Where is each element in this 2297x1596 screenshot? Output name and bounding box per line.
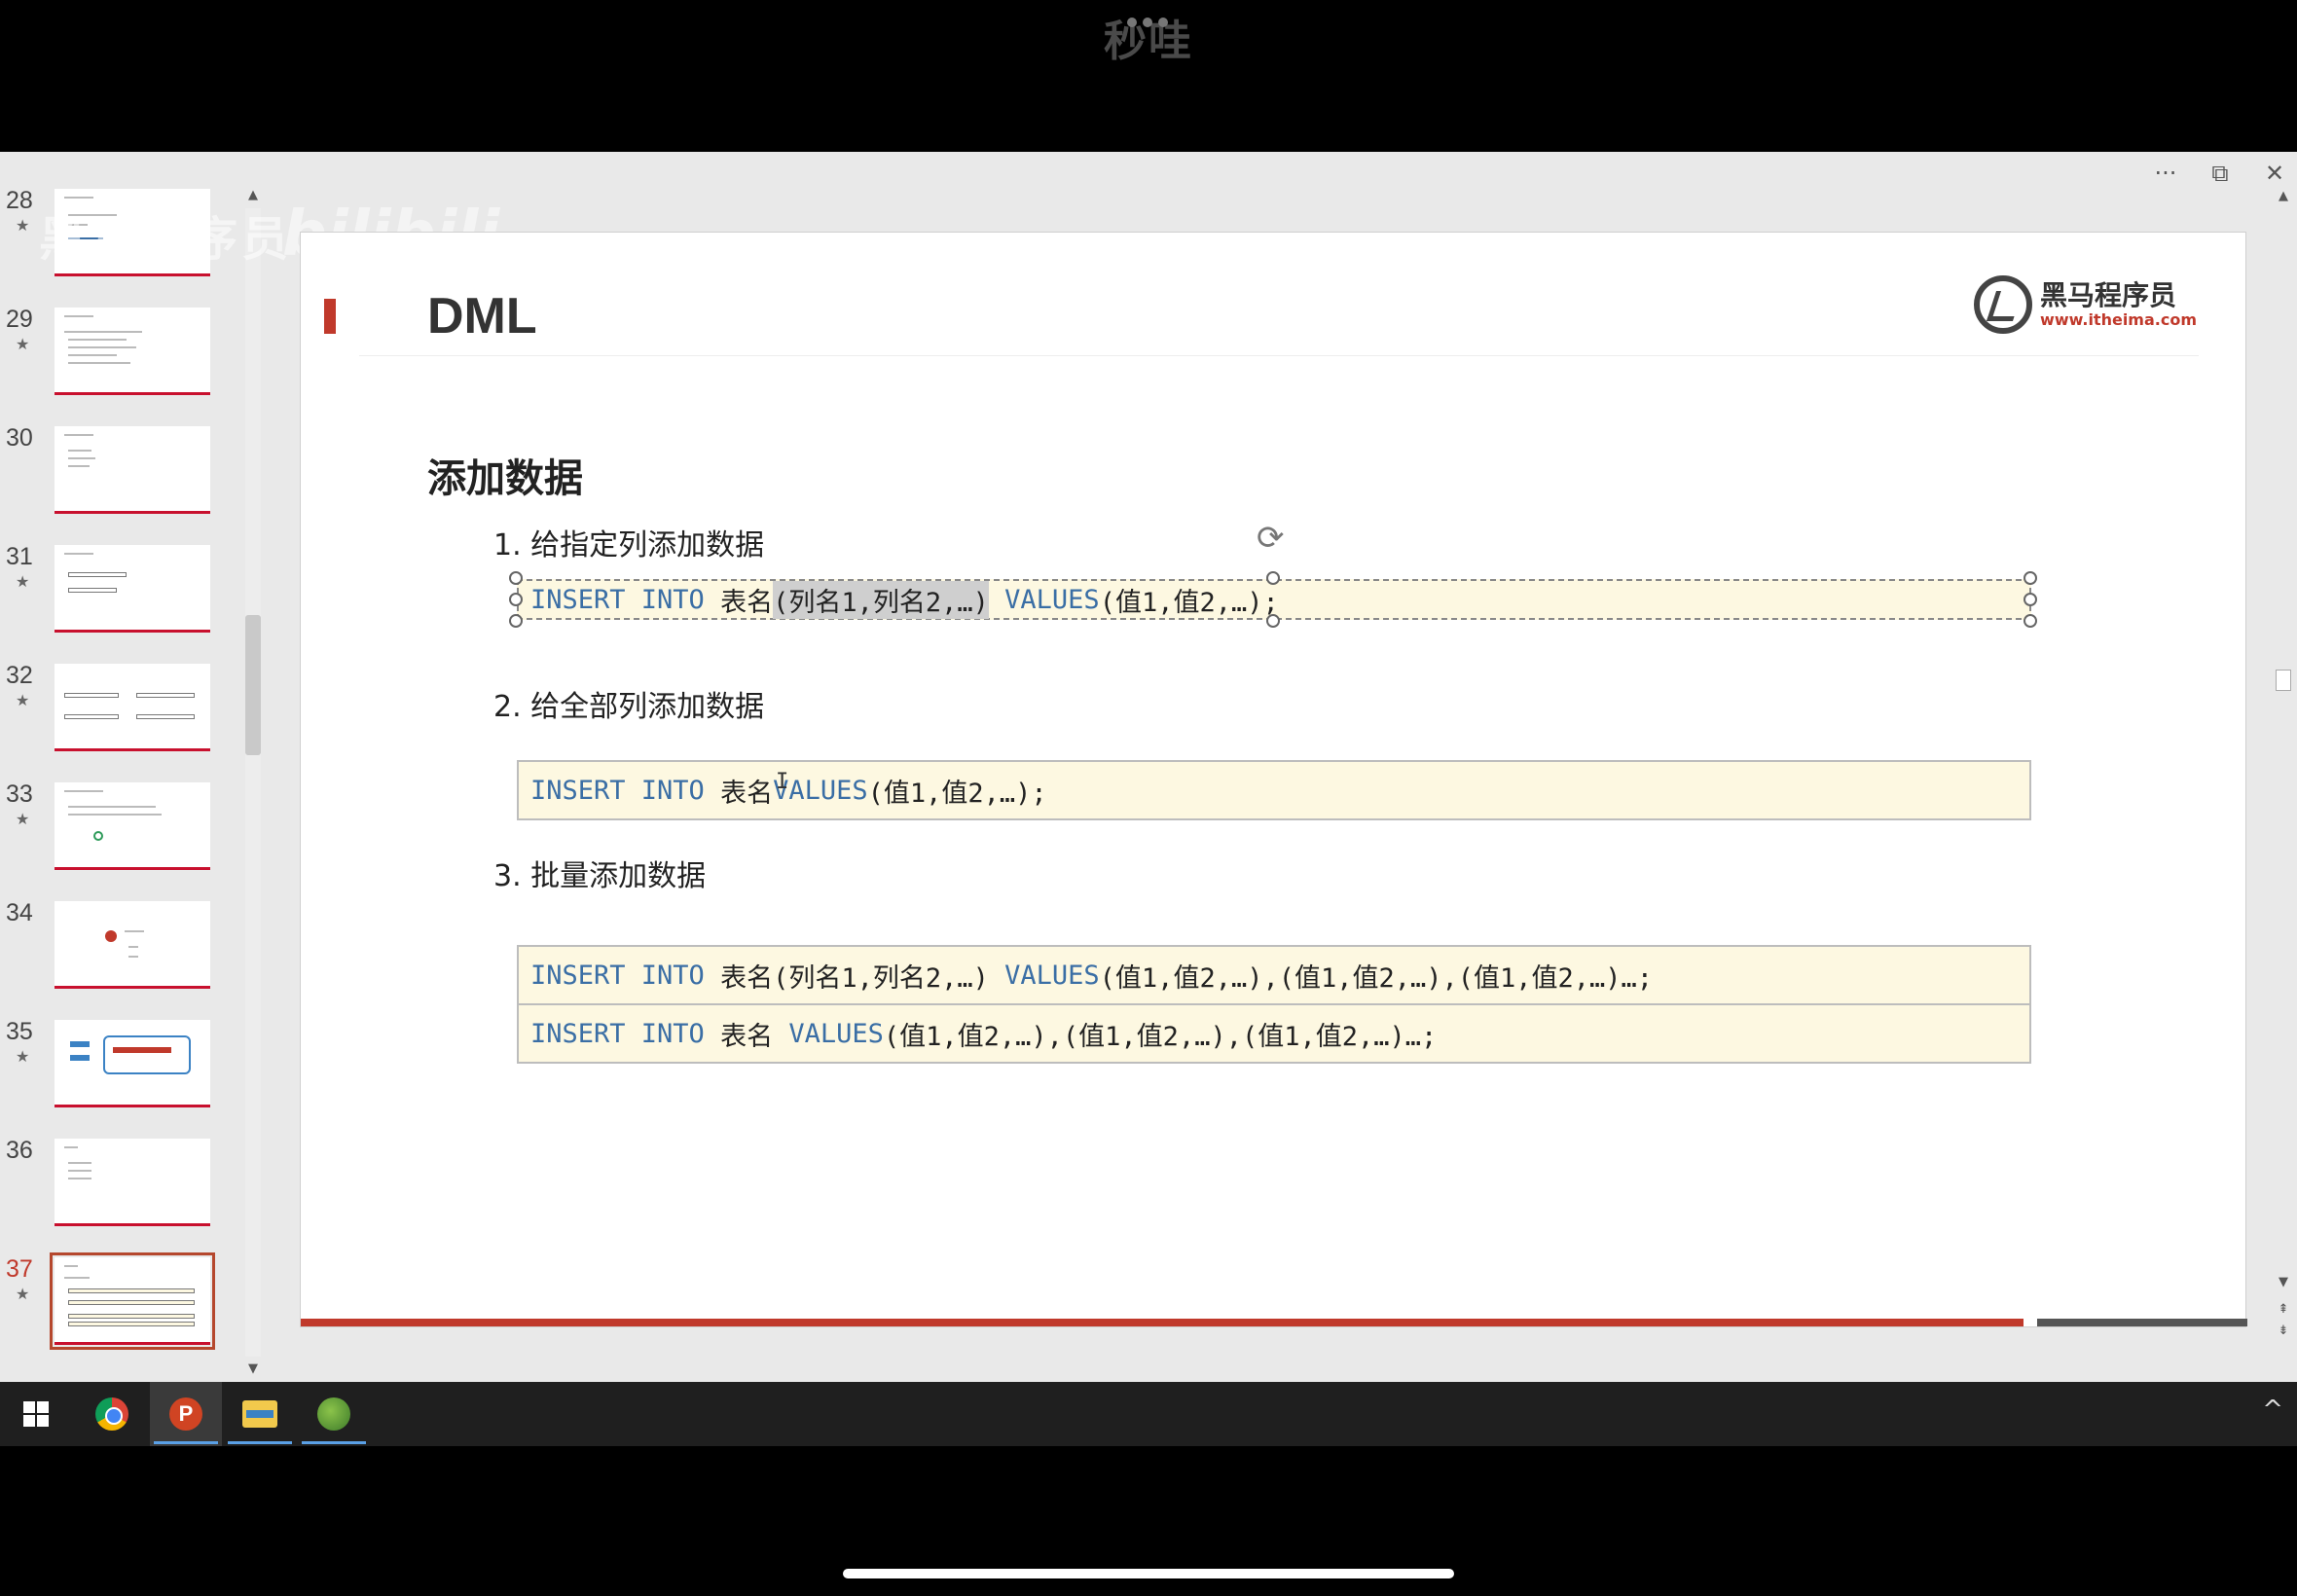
top-title: 秒哇 (1104, 17, 1193, 66)
thumbnail-slide-36[interactable]: 36 (0, 1137, 253, 1255)
active-indicator (154, 1441, 218, 1444)
thumbnail-image (55, 901, 210, 989)
thumbnail-slide-32[interactable]: 32 ★ (0, 662, 253, 780)
resize-handle[interactable] (1266, 614, 1280, 628)
title-accent-bar (324, 299, 336, 334)
windows-logo-icon (23, 1401, 49, 1427)
close-icon[interactable]: ✕ (2260, 159, 2289, 188)
running-indicator (228, 1441, 292, 1444)
animation-star-icon: ★ (16, 810, 30, 828)
resize-handle[interactable] (509, 593, 523, 606)
logo-name: 黑马程序员 (2040, 279, 2177, 311)
thumbnail-number: 34 (6, 899, 33, 926)
watermark-text: 黑马程序员 (39, 212, 293, 267)
animation-star-icon: ★ (16, 572, 30, 591)
window-controls: ··· ⧉ ✕ (2151, 156, 2289, 191)
running-indicator (302, 1441, 366, 1444)
section-title[interactable]: 添加数据 (427, 447, 583, 503)
show-hidden-icons-chevron-icon[interactable]: ^ (2262, 1396, 2283, 1425)
thumbnail-slide-34[interactable]: 34 (0, 899, 253, 1018)
thumbnail-image (50, 1252, 215, 1350)
thumbnail-slide-30[interactable]: 30 (0, 424, 253, 543)
thumbnail-slide-35[interactable]: 35 ★ (0, 1018, 253, 1137)
animation-star-icon: ★ (16, 335, 30, 353)
slide-title[interactable]: DML (427, 287, 537, 345)
taskbar-app[interactable] (298, 1382, 370, 1446)
code-box-batch-1[interactable]: INSERT INTO 表名(列名1,列名2,…) VALUES (值1,值2,…… (517, 945, 2031, 1005)
taskbar-file-explorer[interactable] (224, 1382, 296, 1446)
scroll-down-arrow-icon[interactable]: ▼ (2276, 1275, 2291, 1289)
thumbnail-number: 35 (6, 1018, 33, 1045)
animation-star-icon: ★ (16, 1285, 30, 1303)
resize-handle[interactable] (2024, 614, 2037, 628)
code-box-batch-2[interactable]: INSERT INTO 表名 VALUES (值1,值2,…),(值1,值2,…)… (517, 1003, 2031, 1064)
scroll-down-arrow-icon[interactable]: ▼ (245, 1360, 261, 1378)
text-cursor-icon: I (776, 770, 789, 794)
thumbnail-number: 31 (6, 543, 33, 570)
thumbnail-image (55, 664, 210, 751)
rotate-handle-icon[interactable]: ⟳ (1257, 519, 1285, 558)
scroll-thumb[interactable] (245, 615, 261, 755)
start-button[interactable] (0, 1382, 72, 1446)
taskbar-chrome[interactable] (76, 1382, 148, 1446)
resize-handle[interactable] (509, 571, 523, 585)
resize-handle[interactable] (2024, 571, 2037, 585)
more-options-icon[interactable]: ··· (2151, 159, 2180, 188)
resize-handle[interactable] (509, 614, 523, 628)
resize-handle[interactable] (2024, 593, 2037, 606)
slide-thumbnails-pane: 28 ★ 29 ★ 30 31 ★ 32 ★ 33 ★ 34 35 ★ 36 3… (0, 187, 273, 1372)
top-status-bar: 秒哇 (0, 0, 2297, 152)
scroll-up-arrow-icon[interactable]: ▲ (2276, 189, 2291, 203)
thumbnail-number: 32 (6, 662, 33, 689)
horse-logo-icon (1974, 275, 2033, 334)
screen: 秒哇 ··· ⧉ ✕ 28 ★ 29 ★ 30 31 ★ 32 ★ 33 ★ 3… (0, 0, 2297, 1596)
previous-slide-icon[interactable]: ⇞ (2276, 1302, 2291, 1317)
app-icon (317, 1397, 350, 1431)
thumbnail-image (55, 426, 210, 514)
thumbnail-number: 29 (6, 306, 33, 333)
thumbnail-number: 33 (6, 780, 33, 808)
thumbnail-slide-37[interactable]: 37 ★ (0, 1252, 253, 1372)
thumbnail-slide-33[interactable]: 33 ★ (0, 780, 253, 899)
slide-scrollbar[interactable]: ▲ ▼ ⇞ ⇟ (2272, 187, 2295, 1355)
item-label-1[interactable]: 1. 给指定列添加数据 (493, 521, 764, 563)
title-divider (359, 355, 2199, 356)
code-box-all-columns[interactable]: INSERT INTO 表名 VALUES (值1,值2,…); (517, 760, 2031, 820)
thumbnail-scrollbar[interactable]: ▲ ▼ (243, 187, 263, 1378)
footer-grey-bar (2037, 1319, 2247, 1326)
scroll-track[interactable] (245, 208, 261, 1357)
home-indicator[interactable] (843, 1569, 1454, 1578)
scroll-thumb[interactable] (2276, 670, 2291, 691)
taskbar-powerpoint[interactable]: P (150, 1382, 222, 1446)
thumbnail-number: 36 (6, 1137, 33, 1164)
next-slide-icon[interactable]: ⇟ (2276, 1324, 2291, 1338)
thumbnail-number: 37 (6, 1255, 33, 1283)
footer-red-bar (301, 1319, 2024, 1326)
thumbnail-image (55, 308, 210, 395)
thumbnail-image (55, 545, 210, 633)
animation-star-icon: ★ (16, 1047, 30, 1066)
powerpoint-window: ··· ⧉ ✕ 28 ★ 29 ★ 30 31 ★ 32 ★ 33 ★ 34 3… (0, 152, 2297, 1382)
restore-icon[interactable]: ⧉ (2206, 159, 2235, 188)
chrome-icon (95, 1397, 128, 1431)
item-label-3[interactable]: 3. 批量添加数据 (493, 852, 706, 894)
taskbar: P ^ (0, 1382, 2297, 1446)
top-dots-icon[interactable] (1127, 18, 1176, 29)
thumbnail-slide-29[interactable]: 29 ★ (0, 306, 253, 424)
item-label-2[interactable]: 2. 给全部列添加数据 (493, 682, 764, 725)
thumbnail-slide-31[interactable]: 31 ★ (0, 543, 253, 662)
powerpoint-icon: P (169, 1397, 202, 1431)
logo-url: www.itheima.com (2040, 310, 2197, 329)
thumbnail-number: 30 (6, 424, 33, 452)
slide-canvas[interactable]: DML 黑马程序员 www.itheima.com 添加数据 1. 给指定列添加… (300, 232, 2247, 1327)
thumbnail-image (55, 1139, 210, 1226)
animation-star-icon: ★ (16, 691, 30, 709)
thumbnail-image (55, 782, 210, 870)
brand-logo: 黑马程序员 www.itheima.com (1974, 275, 2197, 334)
animation-star-icon: ★ (16, 216, 30, 235)
thumbnail-image (55, 1020, 210, 1107)
resize-handle[interactable] (1266, 571, 1280, 585)
folder-icon (242, 1400, 277, 1428)
